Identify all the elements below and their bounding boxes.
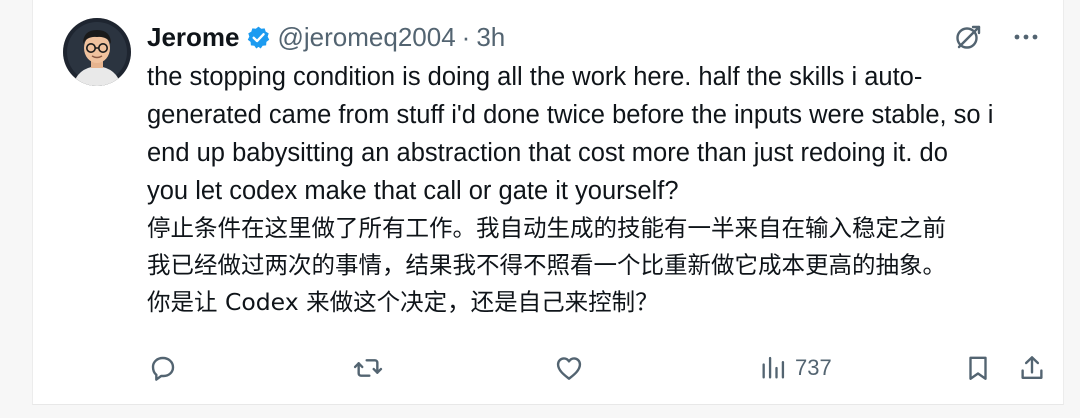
tweet-text-line: the stopping condition is doing all the …: [147, 63, 923, 91]
retweet-icon: [352, 352, 384, 384]
bookmark-icon: [963, 352, 993, 384]
tweet-header: Jerome @jeromeq2004 · 3h: [147, 18, 505, 56]
more-icon[interactable]: [1009, 20, 1043, 54]
tweet-text-line: generated came from stuff i'd done twice…: [147, 101, 994, 129]
header-separator: ·: [461, 21, 471, 52]
author-handle[interactable]: @jeromeq2004: [278, 22, 456, 53]
avatar[interactable]: [63, 18, 131, 86]
tweet-text-chinese: 停止条件在这里做了所有工作。我自动生成的技能有一半来自在输入稳定之前 我已经做过…: [147, 210, 1047, 321]
timestamp[interactable]: 3h: [476, 22, 505, 53]
tweet-card[interactable]: Jerome @jeromeq2004 · 3h the stopping co…: [32, 0, 1064, 405]
bookmark-button[interactable]: [963, 350, 993, 386]
views-count: 737: [795, 355, 832, 380]
tweet-top-actions: [951, 20, 1043, 54]
reply-button[interactable]: [147, 350, 179, 386]
like-button[interactable]: [553, 350, 585, 386]
tweet-text-line: you let codex make that call or gate it …: [147, 177, 679, 205]
like-icon: [553, 352, 585, 384]
tweet-text-line: 你是让 Codex 来做这个决定，还是自己来控制？: [147, 288, 659, 316]
grok-icon[interactable]: [951, 20, 985, 54]
reply-icon: [147, 352, 179, 384]
tweet-text-line: end up babysitting an abstraction that c…: [147, 139, 948, 167]
views-button[interactable]: 737: [759, 350, 832, 386]
tweet-text-line: 我已经做过两次的事情，结果我不得不照看一个比重新做它成本更高的抽象。: [147, 251, 946, 279]
share-button[interactable]: [1017, 350, 1047, 386]
tweet-action-bar: 737: [147, 350, 1045, 386]
display-name[interactable]: Jerome: [147, 22, 240, 53]
verified-badge-icon: [246, 25, 271, 50]
tweet-text-english: the stopping condition is doing all the …: [147, 58, 1047, 210]
views-icon: [759, 353, 787, 383]
retweet-button[interactable]: [352, 350, 384, 386]
share-icon: [1017, 352, 1047, 384]
tweet-text-line: 停止条件在这里做了所有工作。我自动生成的技能有一半来自在输入稳定之前: [147, 214, 946, 242]
